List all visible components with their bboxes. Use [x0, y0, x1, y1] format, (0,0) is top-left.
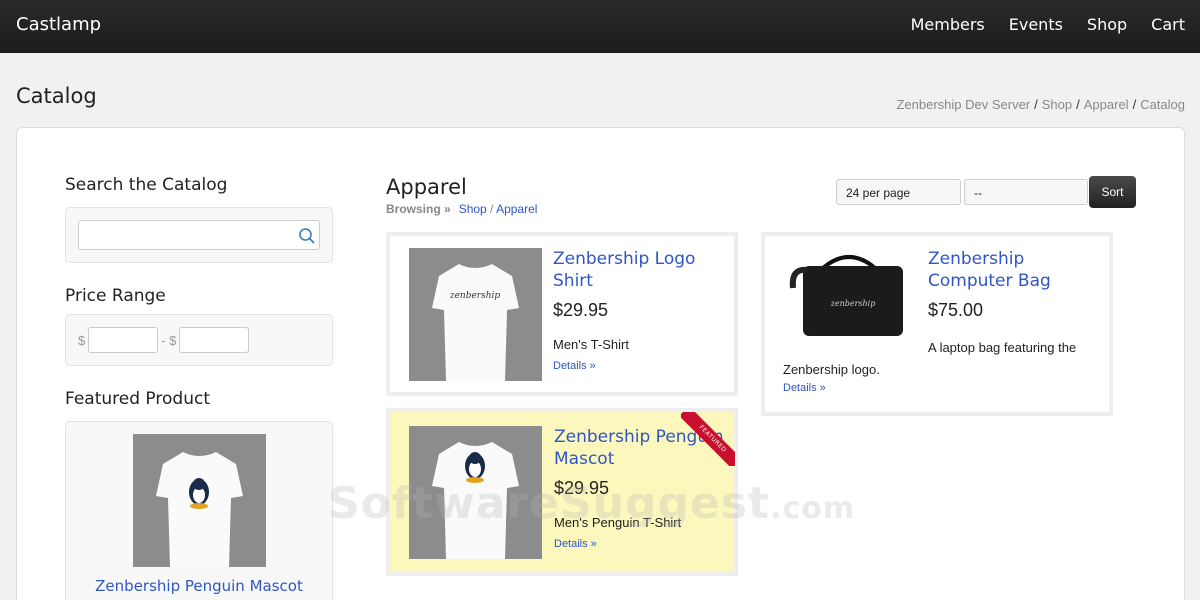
product-description: Men's T-Shirt	[553, 337, 629, 352]
svg-text:zenbership: zenbership	[449, 291, 501, 301]
product-description: A laptop bag featuring the Zenbership lo…	[783, 340, 1077, 377]
product-description: Men's Penguin T-Shirt	[554, 515, 682, 530]
browsing-path: Browsing » Shop / Apparel	[386, 202, 538, 216]
product-price: $29.95	[554, 478, 610, 498]
product-price: $29.95	[553, 300, 609, 320]
category-title: Apparel	[386, 175, 467, 199]
featured-product-image[interactable]	[133, 434, 266, 567]
featured-product-name[interactable]: Zenbership Penguin Mascot	[65, 577, 333, 595]
nav-events[interactable]: Events	[1009, 15, 1063, 34]
product-details-link[interactable]: Details »	[554, 538, 597, 550]
breadcrumb-apparel[interactable]: Apparel	[1084, 97, 1129, 112]
sort-button[interactable]: Sort	[1089, 176, 1136, 208]
price-min-input[interactable]	[88, 327, 159, 353]
featured-heading: Featured Product	[65, 389, 210, 409]
browsing-shop-link[interactable]: Shop	[459, 202, 487, 216]
browsing-label: Browsing »	[386, 202, 451, 216]
product-name[interactable]: Zenbership Computer Bag	[928, 248, 1088, 292]
product-image[interactable]	[409, 426, 542, 559]
price-separator: - $	[161, 332, 177, 348]
per-page-select[interactable]: 24 per page	[836, 179, 961, 205]
price-range-heading: Price Range	[65, 286, 166, 306]
search-input[interactable]	[78, 220, 320, 250]
breadcrumb-server[interactable]: Zenbership Dev Server	[896, 97, 1030, 112]
nav-members[interactable]: Members	[911, 15, 985, 34]
price-range-row: $ - $	[78, 327, 252, 353]
featured-ribbon-label: FEATURED	[681, 412, 735, 466]
nav-cart[interactable]: Cart	[1151, 15, 1185, 34]
product-price: $75.00	[928, 300, 984, 320]
search-heading: Search the Catalog	[65, 175, 228, 195]
nav-shop[interactable]: Shop	[1087, 15, 1127, 34]
brand-logo[interactable]: Castlamp	[16, 14, 101, 35]
product-details-link[interactable]: Details »	[783, 382, 826, 394]
main-nav: Members Events Shop Cart	[911, 15, 1185, 34]
svg-text:zenbership: zenbership	[830, 299, 876, 308]
browsing-apparel-link[interactable]: Apparel	[496, 202, 537, 216]
breadcrumb-catalog: Catalog	[1140, 97, 1185, 112]
product-name[interactable]: Zenbership Logo Shirt	[553, 248, 713, 292]
currency-symbol: $	[78, 332, 86, 348]
price-max-input[interactable]	[179, 327, 250, 353]
featured-ribbon: FEATURED	[681, 412, 735, 466]
top-navbar: Castlamp Members Events Shop Cart	[0, 0, 1200, 53]
product-details-link[interactable]: Details »	[553, 360, 596, 372]
search-icon[interactable]	[298, 227, 316, 245]
product-image[interactable]: zenbership	[783, 248, 916, 348]
order-select[interactable]: --	[964, 179, 1088, 205]
breadcrumb-shop[interactable]: Shop	[1042, 97, 1072, 112]
product-image[interactable]: zenbership	[409, 248, 542, 381]
breadcrumb: Zenbership Dev Server / Shop / Apparel / Catal…	[896, 97, 1185, 112]
page-title: Catalog	[16, 84, 97, 108]
